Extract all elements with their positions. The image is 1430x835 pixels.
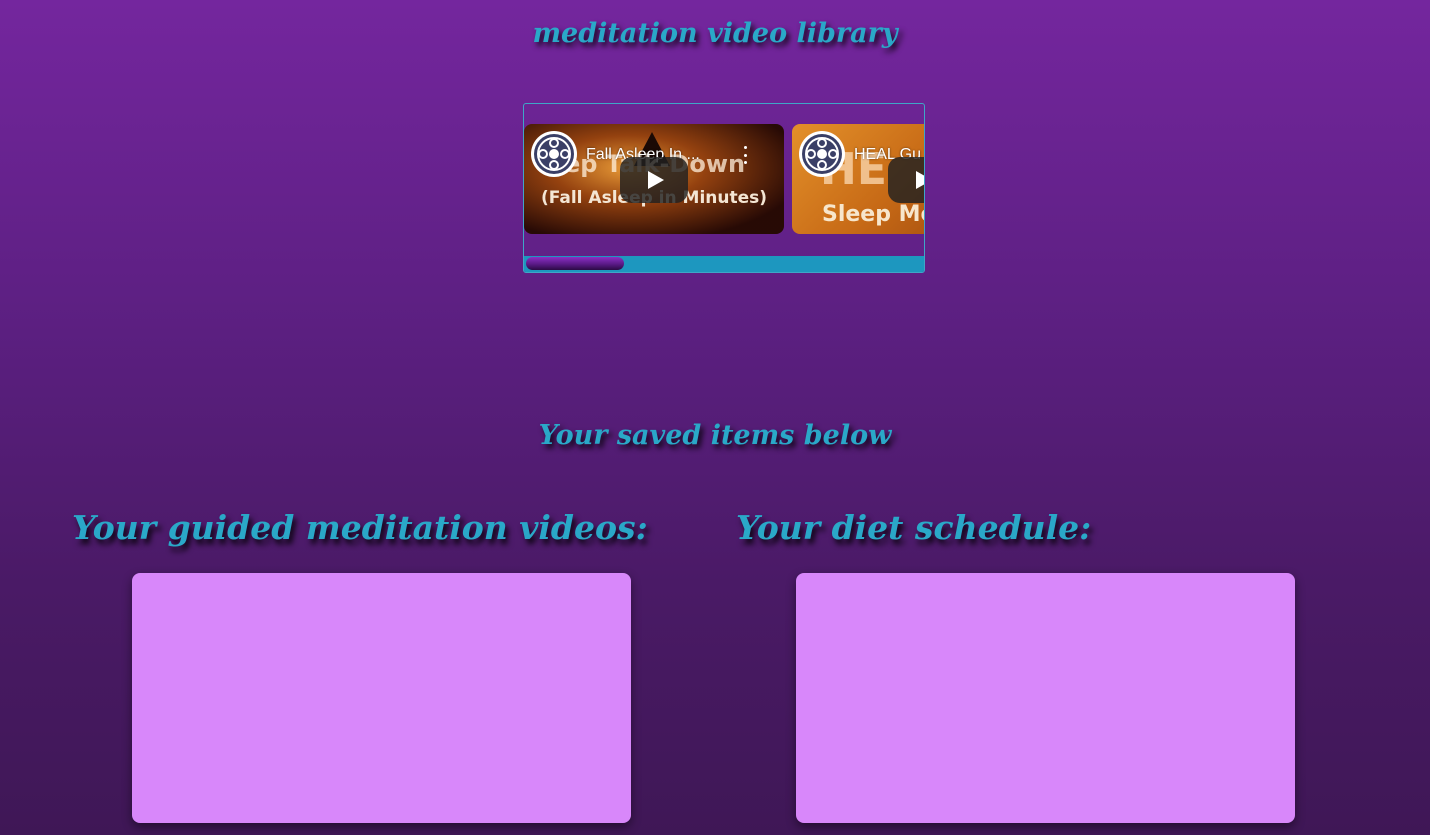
play-button[interactable] (888, 157, 924, 203)
video-carousel[interactable]: ep Talk-Down (Fall Asleep in Minutes) Fa… (523, 103, 925, 273)
video-embed[interactable]: HE Sleep Me HEAL Gu (792, 124, 925, 234)
video-embed[interactable]: ep Talk-Down (Fall Asleep in Minutes) Fa… (524, 124, 784, 234)
diet-schedule-heading: Your diet schedule: (736, 508, 1092, 547)
saved-items-title: Your saved items below (538, 420, 892, 451)
play-button[interactable] (620, 157, 688, 203)
scrollbar-thumb[interactable] (526, 257, 624, 270)
diet-schedule-panel[interactable] (796, 573, 1295, 823)
more-options-icon[interactable] (740, 146, 750, 164)
play-icon (916, 171, 924, 189)
saved-videos-heading: Your guided meditation videos: (72, 508, 648, 547)
horizontal-scrollbar[interactable] (524, 256, 924, 272)
channel-logo-icon[interactable] (799, 131, 845, 177)
saved-videos-panel[interactable] (132, 573, 631, 823)
play-icon (648, 171, 664, 189)
video-track: ep Talk-Down (Fall Asleep in Minutes) Fa… (524, 124, 925, 234)
thumbnail-subtext: Sleep Me (822, 202, 925, 227)
page-title: meditation video library (532, 18, 898, 49)
channel-logo-icon[interactable] (531, 131, 577, 177)
